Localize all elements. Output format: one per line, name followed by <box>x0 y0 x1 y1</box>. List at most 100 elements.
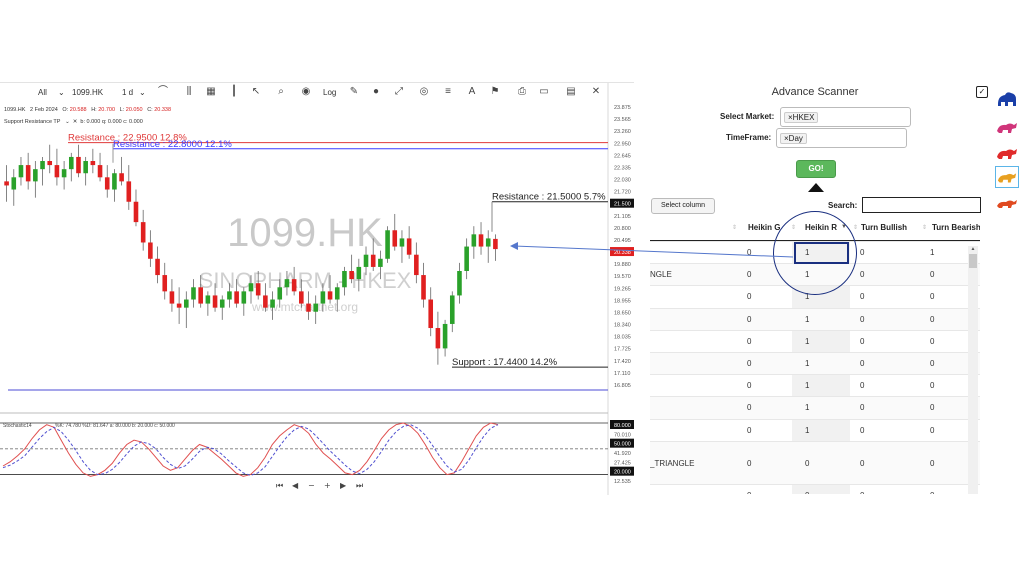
candle-body <box>471 234 477 247</box>
grid-icon[interactable]: ▦ <box>205 86 217 98</box>
timeframe-select[interactable]: ×Day <box>776 128 907 148</box>
candle-body <box>104 177 110 190</box>
price-chart[interactable]: 1099.HKSINOPHARM - HKEXwww.mtchartnet.or… <box>0 83 634 495</box>
candle-body <box>119 173 124 182</box>
table-row[interactable]: 0 0 0 0 <box>650 483 980 494</box>
dot-icon[interactable]: ● <box>370 86 382 98</box>
close-icon[interactable]: ✕ <box>73 119 78 125</box>
bull-red-icon[interactable] <box>995 142 1019 164</box>
stoch-d-line <box>2 424 499 476</box>
candle-body <box>385 230 390 259</box>
target-icon[interactable]: ◎ <box>418 86 430 98</box>
table-row[interactable]: 0 1 0 0 <box>650 396 980 419</box>
table-row[interactable]: 0 1 0 0 <box>650 418 980 441</box>
prev-icon[interactable]: ◀ <box>292 481 299 490</box>
log-button[interactable]: Log <box>323 88 336 97</box>
zoom-icon[interactable]: ⌕ <box>275 86 287 98</box>
document-icon[interactable]: ▤ <box>565 86 577 98</box>
column-heikin-g[interactable]: Heikin G <box>748 223 780 232</box>
candle-body <box>219 299 225 308</box>
row-cell: 0 <box>860 381 865 391</box>
chevron-down-icon[interactable]: ⌄ <box>58 88 65 97</box>
table-row[interactable]: _TRIANGLE 0 0 0 0 <box>650 440 980 484</box>
candle-body <box>284 279 290 288</box>
market-select[interactable]: ×HKEX <box>780 107 911 127</box>
timeframe-tag[interactable]: ×Day <box>780 133 807 144</box>
watermark-symbol: 1099.HK <box>227 211 383 255</box>
market-tag-label: HKEX <box>792 113 815 122</box>
row-cell: 0 <box>860 359 865 368</box>
trend-icon[interactable]: ⤢ <box>393 86 405 98</box>
column-turn-bullish[interactable]: Turn Bullish <box>861 223 907 232</box>
camera-icon[interactable]: ⎙ <box>516 86 528 98</box>
settings-icon[interactable]: ⌄ <box>65 119 70 125</box>
price-tick-label: 20.800 <box>614 226 631 232</box>
candle-icon[interactable]: ┃ <box>228 86 240 98</box>
row-cell: 0 <box>930 458 935 468</box>
legend-l-label: L: <box>119 107 125 113</box>
column-turn-bearish[interactable]: Turn Bearish <box>932 223 980 232</box>
table-scrollbar[interactable]: ▲ <box>968 246 978 494</box>
stoch-tick-label: 70.010 <box>614 432 631 438</box>
table-row[interactable]: 0 1 0 0 <box>650 352 980 375</box>
interval-select[interactable]: 1 d <box>122 88 133 97</box>
zoom-out-icon[interactable]: − <box>308 481 315 490</box>
scroll-thumb[interactable] <box>969 254 977 268</box>
row-cell: 1 <box>805 381 810 391</box>
last-icon[interactable]: ⏭ <box>356 481 363 490</box>
legend-symbol: 1099.HK <box>4 107 26 113</box>
chart-type-icon[interactable]: ⫼ <box>183 86 195 98</box>
candle-body <box>97 165 103 178</box>
scroll-up-icon[interactable]: ▲ <box>969 246 977 253</box>
scanner-title: Advance Scanner <box>771 86 859 98</box>
search-input[interactable] <box>862 197 981 213</box>
chevron-down-icon[interactable]: ⌄ <box>139 88 146 97</box>
first-icon[interactable]: ⏮ <box>276 481 283 490</box>
bull-orange-icon[interactable] <box>995 192 1019 214</box>
lines-icon[interactable]: ≡ <box>442 86 454 98</box>
zoom-in-icon[interactable]: + <box>324 481 331 490</box>
go-button[interactable]: GO! <box>796 160 836 178</box>
row-cell: 1 <box>805 403 810 413</box>
row-cell: 0 <box>860 458 865 468</box>
resistance-line-3-label: Resistance : 21.5000 5.7% <box>492 192 606 203</box>
market-tag[interactable]: ×HKEX <box>784 112 819 123</box>
text-icon[interactable]: A <box>466 86 478 98</box>
stoch-label: Stochastic14 <box>3 423 32 429</box>
row-cell: 0 <box>930 270 935 280</box>
flag-icon[interactable]: ⚑ <box>489 86 501 98</box>
eye-icon[interactable]: ◉ <box>300 86 312 98</box>
sort-icon[interactable]: ⇕ <box>853 224 858 231</box>
close-icon[interactable]: ✕ <box>590 86 602 98</box>
indicator-icon[interactable]: ⌒ <box>157 86 169 98</box>
table-row[interactable]: 0 1 0 0 <box>650 329 980 352</box>
indicator-name: Support Resistance TP <box>4 119 61 125</box>
bull-gold-icon[interactable] <box>995 166 1019 188</box>
chart-panel: 1099.HK SINOPHARM - HKEX www.mtchartnet.or… <box>0 82 634 495</box>
candle-body <box>169 291 175 304</box>
row-cell: 1 <box>805 359 810 368</box>
candle-body <box>449 295 455 324</box>
bull-pink-icon[interactable] <box>995 116 1019 138</box>
indicator-legend: Support Resistance TP ⌄ ✕ b: 0.000 q: 0.… <box>4 119 143 125</box>
sort-icon[interactable]: ⇕ <box>922 224 927 231</box>
next-icon[interactable]: ▶ <box>340 481 347 490</box>
candle-body <box>68 156 74 170</box>
stoch-k-line <box>2 422 499 477</box>
cursor-icon[interactable]: ↖ <box>250 86 262 98</box>
symbol-input[interactable]: 1099.HK <box>72 88 103 97</box>
edit-icon[interactable]: ✓ <box>976 86 988 98</box>
scope-select[interactable]: All <box>38 88 47 97</box>
table-row[interactable]: 0 1 0 0 <box>650 307 980 330</box>
row-cell: 1 <box>930 248 935 257</box>
row-cell: 0 <box>747 270 752 280</box>
bear-icon[interactable] <box>995 88 1019 110</box>
table-row[interactable]: 0 1 0 0 <box>650 374 980 396</box>
pencil-icon[interactable]: ✎ <box>348 86 360 98</box>
candle-body <box>342 270 347 288</box>
sort-icon[interactable]: ⇕ <box>732 224 737 231</box>
search-label: Search: <box>828 201 858 210</box>
candle-body <box>478 234 484 247</box>
window-icon[interactable]: ▭ <box>538 86 550 98</box>
select-column-button[interactable]: Select column <box>651 198 715 214</box>
